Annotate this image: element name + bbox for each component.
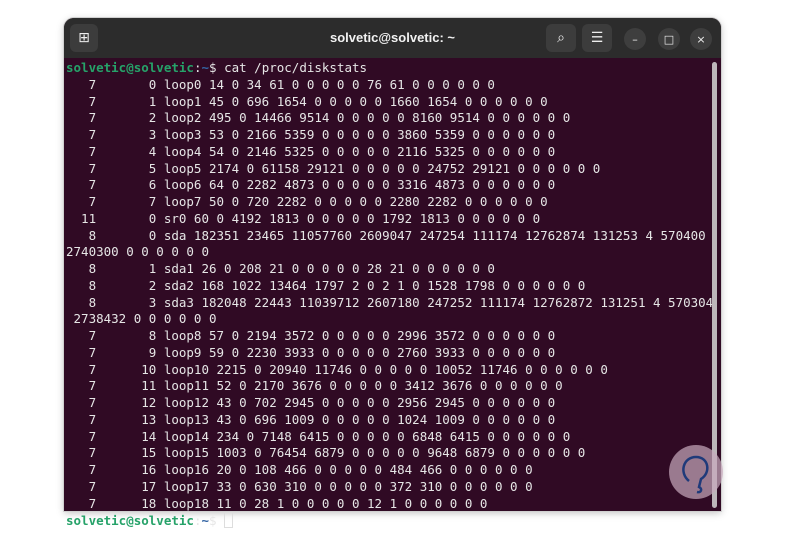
output-line: 11 0 sr0 60 0 4192 1813 0 0 0 0 0 1792 1… [66, 210, 541, 226]
prompt-user: solvetic@solvetic [66, 513, 194, 529]
output-line: 7 15 loop15 1003 0 76454 6879 0 0 0 0 0 … [66, 445, 586, 461]
output-line: 7 13 loop13 43 0 696 1009 0 0 0 0 0 1024… [66, 411, 556, 427]
text-cursor [224, 512, 234, 529]
output-line: 8 3 sda3 182048 22443 11039712 2607180 2… [66, 294, 714, 310]
output-line: 7 5 loop5 2174 0 61158 29121 0 0 0 0 0 2… [66, 160, 601, 176]
output-line: 7 18 loop18 11 0 28 1 0 0 0 0 0 12 1 0 0… [66, 495, 488, 511]
output-line: 7 10 loop10 2215 0 20940 11746 0 0 0 0 0… [66, 361, 608, 377]
scrollbar[interactable] [712, 62, 717, 508]
command-line: solvetic@solvetic:~$ cat /proc/diskstats [66, 60, 709, 77]
search-icon: ⌕ [557, 30, 565, 46]
title-bar: ⊞ solvetic@solvetic: ~ ⌕ ☰ – □ × [64, 18, 721, 58]
search-button[interactable]: ⌕ [546, 24, 576, 52]
output-line: 8 0 sda 182351 23465 11057760 2609047 24… [66, 227, 706, 243]
output-line: 7 0 loop0 14 0 34 61 0 0 0 0 0 76 61 0 0… [66, 76, 495, 92]
hamburger-menu-icon: ☰ [590, 30, 604, 46]
minimize-button[interactable]: – [624, 28, 646, 50]
menu-button[interactable]: ☰ [582, 24, 612, 52]
output-line: 7 3 loop3 53 0 2166 5359 0 0 0 0 0 3860 … [66, 127, 556, 142]
maximize-button[interactable]: □ [658, 28, 680, 50]
prompt-symbol: $ [209, 60, 225, 75]
output-line: 7 12 loop12 43 0 702 2945 0 0 0 0 0 2956… [66, 395, 556, 410]
output-line: 7 2 loop2 495 0 14466 9514 0 0 0 0 0 816… [66, 110, 571, 126]
terminal-output[interactable]: solvetic@solvetic:~$ cat /proc/diskstats… [66, 60, 714, 529]
output-line: 2740300 0 0 0 0 0 0 [66, 244, 209, 260]
output-line: 7 6 loop6 64 0 2282 4873 0 0 0 0 0 3316 … [66, 177, 556, 193]
current-prompt-line[interactable]: solvetic@solvetic:~$ [66, 512, 709, 529]
output-line: 8 1 sda1 26 0 208 21 0 0 0 0 0 28 21 0 0… [66, 261, 495, 276]
output-line: 7 4 loop4 54 0 2146 5325 0 0 0 0 0 2116 … [66, 143, 556, 159]
output-line: 7 1 loop1 45 0 696 1654 0 0 0 0 0 1660 1… [66, 93, 548, 109]
output-line: 8 2 sda2 168 1022 13464 1797 2 0 2 1 0 1… [66, 277, 586, 293]
minimize-icon: – [632, 32, 638, 46]
output-line: 7 11 loop11 52 0 2170 3676 0 0 0 0 0 341… [66, 378, 563, 394]
output-line: 2738432 0 0 0 0 0 0 [66, 311, 217, 327]
close-button[interactable]: × [690, 28, 712, 50]
close-icon: × [696, 32, 706, 46]
output-line: 7 16 loop16 20 0 108 466 0 0 0 0 0 484 4… [66, 462, 533, 477]
maximize-icon: □ [663, 32, 675, 46]
output-line: 7 8 loop8 57 0 2194 3572 0 0 0 0 0 2996 … [66, 328, 556, 343]
output-line: 7 14 loop14 234 0 7148 6415 0 0 0 0 0 68… [66, 428, 571, 444]
terminal-window: ⊞ solvetic@solvetic: ~ ⌕ ☰ – □ × solveti… [64, 18, 721, 529]
prompt-symbol: $ [209, 513, 225, 529]
prompt-path: ~ [201, 60, 209, 75]
output-line: 7 17 loop17 33 0 630 310 0 0 0 0 0 372 3… [66, 478, 533, 494]
watermark-logo [669, 445, 723, 499]
output-line: 7 7 loop7 50 0 720 2282 0 0 0 0 0 2280 2… [66, 194, 548, 209]
window-title: solvetic@solvetic: ~ [329, 30, 456, 45]
output-line: 7 9 loop9 59 0 2230 3933 0 0 0 0 0 2760 … [66, 344, 556, 360]
command-text: cat /proc/diskstats [224, 60, 368, 75]
prompt-user: solvetic@solvetic [66, 60, 194, 75]
prompt-path: ~ [201, 513, 209, 529]
